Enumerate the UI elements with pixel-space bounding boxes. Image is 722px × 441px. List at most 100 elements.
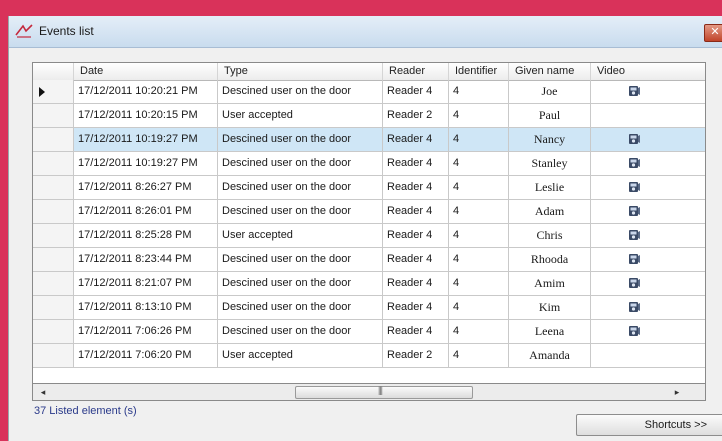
column-header-video[interactable]: Video xyxy=(591,63,705,80)
date-cell: 17/12/2011 10:19:27 PM xyxy=(74,128,218,151)
table-row[interactable]: 17/12/2011 8:26:01 PM Descined user on th… xyxy=(33,200,705,224)
shortcuts-button[interactable]: Shortcuts >> xyxy=(576,414,722,436)
identifier-cell: 4 xyxy=(449,152,509,175)
column-header-given-name[interactable]: Given name xyxy=(509,63,591,80)
date-cell: 17/12/2011 8:13:10 PM xyxy=(74,296,218,319)
table-row[interactable]: 17/12/2011 8:13:10 PM Descined user on th… xyxy=(33,296,705,320)
given-name-cell: Paul xyxy=(509,104,591,127)
video-camera-icon[interactable] xyxy=(628,180,640,194)
type-cell: Descined user on the door xyxy=(218,152,383,175)
type-cell: Descined user on the door xyxy=(218,320,383,343)
title-bar[interactable]: Events list ✕ xyxy=(9,16,722,48)
video-camera-icon[interactable] xyxy=(628,204,640,218)
horizontal-scrollbar[interactable]: ◂ ||| ▸ xyxy=(32,384,706,401)
given-name-cell: Leslie xyxy=(509,176,591,199)
table-row[interactable]: 17/12/2011 7:06:26 PM Descined user on th… xyxy=(33,320,705,344)
row-selector[interactable] xyxy=(33,152,74,175)
given-name-cell: Chris xyxy=(509,224,591,247)
row-selector[interactable] xyxy=(33,344,74,367)
table-row[interactable]: 17/12/2011 8:23:44 PM Descined user on th… xyxy=(33,248,705,272)
given-name-cell: Rhooda xyxy=(509,248,591,271)
video-cell xyxy=(591,344,705,367)
events-grid: Date Type Reader Identifier Given name V… xyxy=(32,62,706,384)
identifier-cell: 4 xyxy=(449,104,509,127)
video-cell[interactable] xyxy=(591,128,705,151)
identifier-cell: 4 xyxy=(449,176,509,199)
table-row[interactable]: 17/12/2011 8:26:27 PM Descined user on th… xyxy=(33,176,705,200)
type-cell: Descined user on the door xyxy=(218,248,383,271)
row-selector[interactable] xyxy=(33,104,74,127)
date-cell: 17/12/2011 8:21:07 PM xyxy=(74,272,218,295)
table-row[interactable]: 17/12/2011 10:20:15 PM User accepted Reade… xyxy=(33,104,705,128)
video-cell xyxy=(591,104,705,127)
video-cell[interactable] xyxy=(591,248,705,271)
column-header-identifier[interactable]: Identifier xyxy=(449,63,509,80)
type-cell: User accepted xyxy=(218,104,383,127)
listed-count-status: 37 Listed element (s) xyxy=(34,405,137,417)
video-cell[interactable] xyxy=(591,152,705,175)
video-cell[interactable] xyxy=(591,224,705,247)
video-camera-icon[interactable] xyxy=(628,132,640,146)
identifier-cell: 4 xyxy=(449,272,509,295)
row-selector[interactable] xyxy=(33,272,74,295)
type-cell: Descined user on the door xyxy=(218,296,383,319)
video-cell[interactable] xyxy=(591,320,705,343)
identifier-cell: 4 xyxy=(449,296,509,319)
row-selector[interactable] xyxy=(33,320,74,343)
row-selector[interactable] xyxy=(33,248,74,271)
scroll-right-icon[interactable]: ▸ xyxy=(669,385,685,399)
reader-cell: Reader 2 xyxy=(383,104,449,127)
video-camera-icon[interactable] xyxy=(628,276,640,290)
scroll-thumb[interactable]: ||| xyxy=(295,385,473,399)
column-header-type[interactable]: Type xyxy=(218,63,383,80)
row-selector[interactable] xyxy=(33,200,74,223)
close-button[interactable]: ✕ xyxy=(704,24,722,42)
row-selector[interactable] xyxy=(33,128,74,151)
table-row[interactable]: 17/12/2011 8:21:07 PM Descined user on th… xyxy=(33,272,705,296)
table-row[interactable]: 17/12/2011 10:20:21 PM Descined user on t… xyxy=(33,80,705,104)
video-cell[interactable] xyxy=(591,176,705,199)
column-header-date[interactable]: Date xyxy=(74,63,218,80)
identifier-cell: 4 xyxy=(449,200,509,223)
video-cell[interactable] xyxy=(591,272,705,295)
reader-cell: Reader 4 xyxy=(383,296,449,319)
type-cell: User accepted xyxy=(218,224,383,247)
video-camera-icon[interactable] xyxy=(628,84,640,98)
table-row[interactable]: 17/12/2011 10:19:27 PM Descined user on t… xyxy=(33,128,705,152)
row-selector[interactable] xyxy=(33,176,74,199)
video-cell[interactable] xyxy=(591,296,705,319)
given-name-cell: Nancy xyxy=(509,128,591,151)
video-camera-icon[interactable] xyxy=(628,228,640,242)
row-selector[interactable] xyxy=(33,80,74,103)
identifier-cell: 4 xyxy=(449,320,509,343)
video-camera-icon[interactable] xyxy=(628,324,640,338)
date-cell: 17/12/2011 10:20:15 PM xyxy=(74,104,218,127)
reader-cell: Reader 4 xyxy=(383,152,449,175)
table-row[interactable]: 17/12/2011 10:19:27 PM Descined user on t… xyxy=(33,152,705,176)
video-camera-icon[interactable] xyxy=(628,252,640,266)
date-cell: 17/12/2011 8:26:01 PM xyxy=(74,200,218,223)
row-selector[interactable] xyxy=(33,224,74,247)
row-selector[interactable] xyxy=(33,296,74,319)
table-row[interactable]: 17/12/2011 7:06:20 PM User accepted Reader… xyxy=(33,344,705,368)
table-row[interactable]: 17/12/2011 8:25:28 PM User accepted Reader… xyxy=(33,224,705,248)
video-cell[interactable] xyxy=(591,80,705,103)
video-camera-icon[interactable] xyxy=(628,300,640,314)
identifier-cell: 4 xyxy=(449,248,509,271)
reader-cell: Reader 4 xyxy=(383,272,449,295)
scroll-left-icon[interactable]: ◂ xyxy=(35,385,51,399)
reader-cell: Reader 2 xyxy=(383,344,449,367)
given-name-cell: Amim xyxy=(509,272,591,295)
grid-header: Date Type Reader Identifier Given name V… xyxy=(33,63,705,81)
scroll-grip-icon: ||| xyxy=(378,385,383,395)
type-cell: User accepted xyxy=(218,344,383,367)
reader-cell: Reader 4 xyxy=(383,80,449,103)
date-cell: 17/12/2011 7:06:20 PM xyxy=(74,344,218,367)
identifier-cell: 4 xyxy=(449,344,509,367)
given-name-cell: Adam xyxy=(509,200,591,223)
column-header-reader[interactable]: Reader xyxy=(383,63,449,80)
video-cell[interactable] xyxy=(591,200,705,223)
video-camera-icon[interactable] xyxy=(628,156,640,170)
date-cell: 17/12/2011 10:19:27 PM xyxy=(74,152,218,175)
identifier-cell: 4 xyxy=(449,224,509,247)
